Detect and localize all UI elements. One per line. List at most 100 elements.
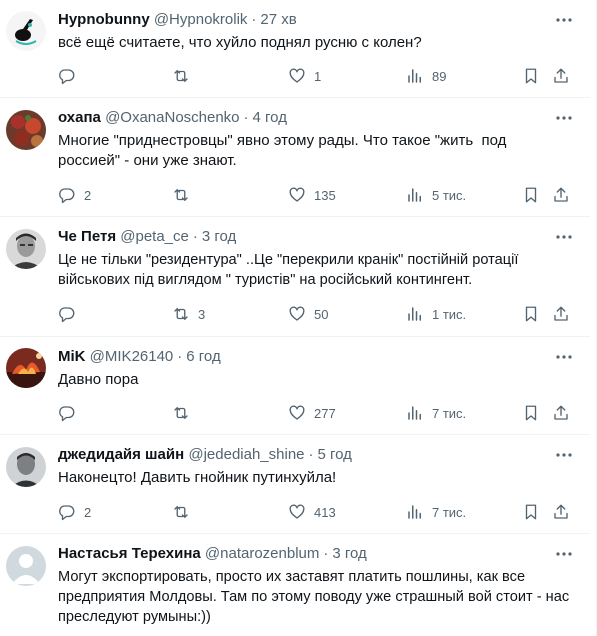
share-icon — [554, 504, 568, 519]
tweet-actions: 2 413 7 тис. — [58, 502, 570, 522]
more-dots-icon[interactable] — [554, 229, 574, 245]
avatar[interactable] — [6, 348, 46, 388]
retweet-icon — [174, 506, 188, 518]
tweet[interactable]: Hypnobunny @Hypnokrolik · 27 хв всё ещё сч… — [0, 0, 590, 98]
more-dots-icon[interactable] — [554, 349, 574, 365]
timestamp[interactable]: 27 хв — [260, 11, 296, 28]
reply-button[interactable]: 2 — [58, 185, 91, 205]
reply-button[interactable] — [58, 304, 84, 324]
more-dots-icon[interactable] — [554, 110, 574, 126]
separator-dot: · — [308, 446, 314, 463]
retweet-button[interactable] — [172, 403, 198, 423]
bookmark-icon — [525, 405, 537, 421]
more-dots-icon[interactable] — [554, 12, 574, 28]
separator-dot: · — [243, 109, 249, 126]
heart-icon — [289, 405, 305, 420]
like-button[interactable]: 135 — [288, 185, 336, 205]
share-button[interactable] — [552, 304, 570, 324]
like-count: 1 — [314, 68, 322, 84]
user-handle[interactable]: @MIK26140 — [90, 348, 174, 365]
tweet[interactable]: MiK @MIK26140 · 6 год Давно пора 277 7 тис… — [0, 337, 590, 435]
avatar[interactable] — [6, 110, 46, 150]
tweet-header: Настасья Терехина @natarozenblum · 3 год — [58, 544, 560, 564]
retweet-button[interactable] — [172, 502, 198, 522]
tweet-text: Давно пора — [58, 371, 139, 388]
reply-icon — [59, 406, 75, 422]
user-handle[interactable]: @jedediah_shine — [188, 446, 304, 463]
heart-icon — [289, 187, 305, 202]
bookmark-icon — [525, 504, 537, 520]
avatar[interactable] — [6, 447, 46, 487]
separator-dot: · — [323, 545, 329, 562]
reply-button[interactable] — [58, 66, 84, 86]
more-dots-icon[interactable] — [554, 546, 574, 562]
user-handle[interactable]: @Hypnokrolik — [154, 11, 248, 28]
views-button[interactable]: 89 — [406, 66, 446, 86]
views-button[interactable]: 1 тис. — [406, 304, 466, 324]
views-chart-icon — [408, 505, 421, 519]
bookmark-button[interactable] — [522, 403, 540, 423]
tweet[interactable]: охапа @OxanaNoschenko · 4 год Многие "прид… — [0, 98, 590, 217]
heart-icon — [289, 68, 305, 83]
display-name[interactable]: Че Петя — [58, 228, 116, 245]
user-handle[interactable]: @natarozenblum — [205, 545, 319, 562]
views-chart-icon — [408, 69, 421, 83]
tweet-header: MiK @MIK26140 · 6 год — [58, 347, 560, 367]
heart-icon — [289, 306, 305, 321]
user-handle[interactable]: @peta_ce — [120, 228, 189, 245]
timestamp[interactable]: 3 год — [332, 545, 366, 562]
tweet-header: охапа @OxanaNoschenko · 4 год — [58, 108, 560, 128]
tweet-text: Могут экспортировать, просто их заставят… — [58, 569, 570, 625]
like-button[interactable]: 413 — [288, 502, 336, 522]
timestamp[interactable]: 5 год — [318, 446, 352, 463]
like-count: 277 — [314, 405, 336, 421]
display-name[interactable]: охапа — [58, 109, 101, 126]
retweet-button[interactable] — [172, 185, 198, 205]
timestamp[interactable]: 6 год — [186, 348, 220, 365]
share-button[interactable] — [552, 66, 570, 86]
share-icon — [554, 187, 568, 202]
tweet[interactable]: Че Петя @peta_ce · 3 год Це не тільки "рез… — [0, 217, 590, 337]
bookmark-button[interactable] — [522, 502, 540, 522]
views-count: 5 тис. — [432, 187, 467, 203]
user-handle[interactable]: @OxanaNoschenko — [105, 109, 239, 126]
timestamp[interactable]: 3 год — [202, 228, 236, 245]
bookmark-button[interactable] — [522, 185, 540, 205]
separator-dot: · — [251, 11, 257, 28]
retweet-button[interactable]: 3 — [172, 304, 205, 324]
bookmark-icon — [525, 306, 537, 322]
timestamp[interactable]: 4 год — [253, 109, 287, 126]
display-name[interactable]: джедидайя шайн — [58, 446, 184, 463]
separator-dot: · — [177, 348, 183, 365]
views-chart-icon — [408, 406, 421, 420]
display-name[interactable]: Hypnobunny — [58, 11, 150, 28]
display-name[interactable]: Настасья Терехина — [58, 545, 201, 562]
share-button[interactable] — [552, 403, 570, 423]
share-icon — [554, 68, 568, 83]
reply-button[interactable] — [58, 403, 84, 423]
views-button[interactable]: 7 тис. — [406, 502, 466, 522]
tweet-actions: 277 7 тис. — [58, 403, 570, 423]
more-dots-icon[interactable] — [554, 447, 574, 463]
like-button[interactable]: 277 — [288, 403, 336, 423]
tweet-header: Hypnobunny @Hypnokrolik · 27 хв — [58, 10, 560, 30]
display-name[interactable]: MiK — [58, 348, 86, 365]
bookmark-button[interactable] — [522, 304, 540, 324]
share-button[interactable] — [552, 502, 570, 522]
tweet-header: Че Петя @peta_ce · 3 год — [58, 227, 560, 247]
views-button[interactable]: 5 тис. — [406, 185, 466, 205]
tweet[interactable]: джедидайя шайн @jedediah_shine · 5 год Нак… — [0, 435, 590, 534]
tweet[interactable]: Настасья Терехина @natarozenblum · 3 год М… — [0, 534, 590, 636]
bookmark-button[interactable] — [522, 66, 540, 86]
tweet-actions: 3 50 1 тис. — [58, 304, 570, 324]
share-button[interactable] — [552, 185, 570, 205]
tweet-text: Наконецто! Давить гнойник путинхуйла! — [58, 469, 337, 486]
views-button[interactable]: 7 тис. — [406, 403, 466, 423]
like-button[interactable]: 50 — [288, 304, 328, 324]
reply-button[interactable]: 2 — [58, 502, 91, 522]
avatar[interactable] — [6, 11, 46, 51]
avatar[interactable] — [6, 229, 46, 269]
retweet-button[interactable] — [172, 66, 198, 86]
avatar[interactable] — [6, 546, 46, 586]
like-button[interactable]: 1 — [288, 66, 321, 86]
